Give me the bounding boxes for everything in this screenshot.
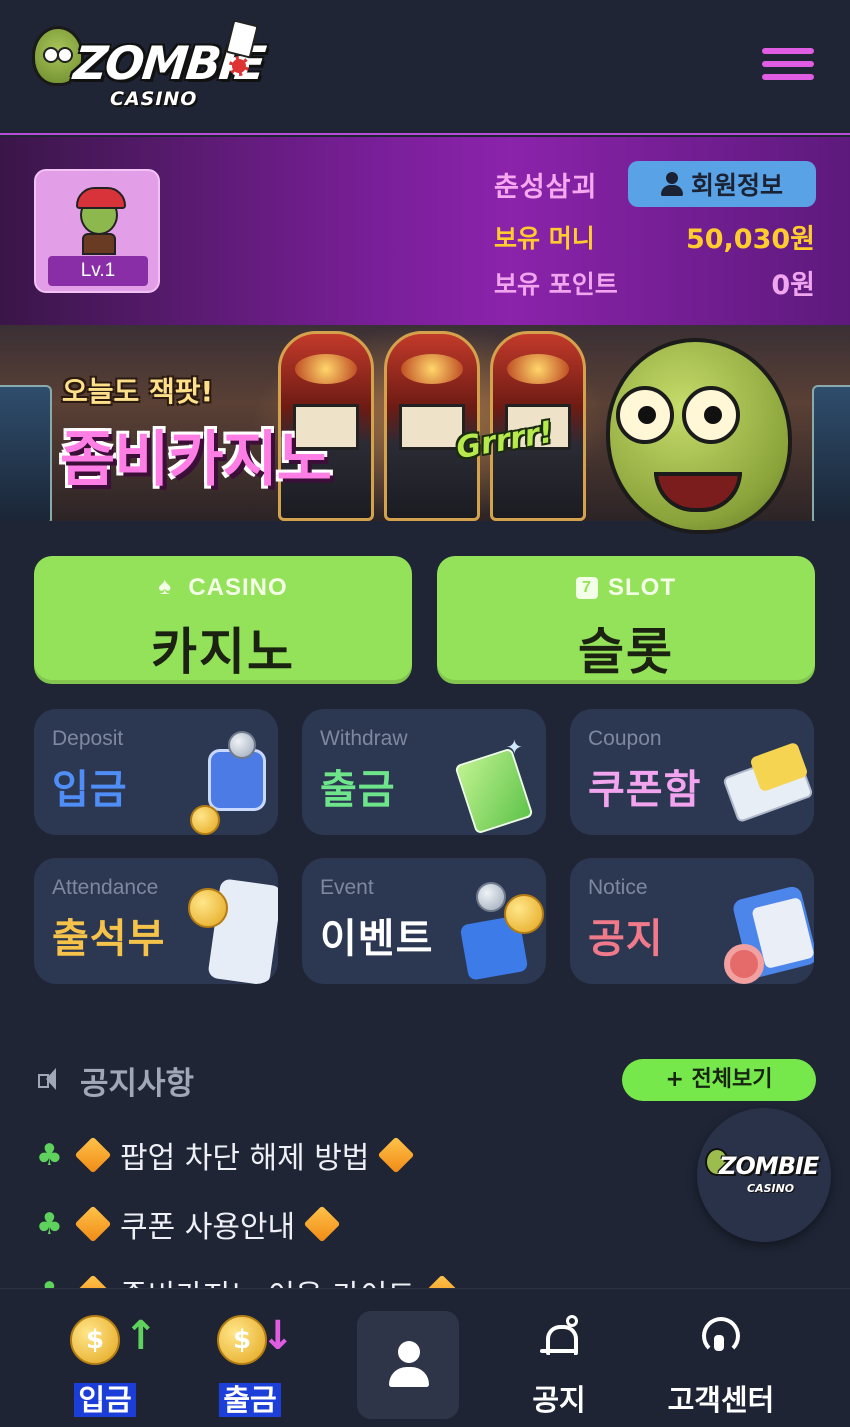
diamond-icon	[74, 1205, 112, 1243]
document-icon	[724, 858, 814, 984]
event-tile[interactable]: Event 이벤트	[302, 858, 546, 984]
slot-machine-image	[0, 385, 52, 521]
poker-chip-icon	[229, 56, 249, 76]
slot-button[interactable]: 7 SLOT 슬롯	[437, 556, 815, 684]
club-icon: ♣	[36, 1206, 63, 1242]
casino-button[interactable]: CASINO 카지노	[34, 556, 412, 684]
username: 춘성삼괴	[494, 172, 598, 203]
tile-ko-label: 입금	[52, 767, 128, 813]
tile-ko-label: 출금	[320, 767, 396, 813]
profile-panel: Lv.1 춘성삼괴 회원정보 보유 머니 50,030원 보유 포인트 0원	[0, 137, 850, 325]
casino-sub-label: CASINO	[188, 574, 288, 601]
deposit-coin-icon: $	[70, 1315, 120, 1365]
points-value: 0원	[771, 270, 815, 301]
nav-mypage[interactable]	[357, 1311, 459, 1419]
nav-support-label: 고객센터	[667, 1383, 775, 1417]
slot-seven-icon: 7	[576, 577, 598, 599]
tile-en-label: Coupon	[588, 727, 662, 750]
wallet-icon	[188, 709, 278, 835]
tile-en-label: Withdraw	[320, 727, 408, 750]
floating-logo-button[interactable]: ZOMBIE CASINO	[697, 1108, 831, 1242]
points-label: 보유 포인트	[494, 270, 618, 299]
notice-title: 공지사항	[80, 1066, 195, 1102]
zombie-avatar-icon	[76, 187, 126, 235]
zombie-mascot-image	[606, 338, 798, 548]
notice-item-text: 팝업 차단 해제 방법	[120, 1141, 370, 1176]
banner-main-text: 좀비카지노	[60, 425, 332, 495]
tile-ko-label: 공지	[588, 916, 664, 962]
avatar: Lv.1	[34, 169, 160, 293]
floating-logo-sub: CASINO	[747, 1182, 795, 1195]
hamburger-menu-icon[interactable]	[762, 48, 814, 88]
person-icon	[660, 172, 683, 196]
level-badge: Lv.1	[48, 256, 148, 286]
tile-en-label: Deposit	[52, 727, 124, 750]
speaker-icon	[38, 1068, 62, 1090]
tile-en-label: Event	[320, 876, 374, 899]
view-all-button[interactable]: + 전체보기	[622, 1059, 816, 1101]
floating-logo-word: ZOMBIE	[719, 1152, 819, 1180]
tile-en-label: Attendance	[52, 876, 159, 899]
spade-icon	[158, 573, 178, 601]
deposit-tile[interactable]: Deposit 입금	[34, 709, 278, 835]
nav-notice[interactable]: 공지	[500, 1289, 618, 1427]
gift-box-icon	[456, 858, 546, 984]
tile-en-label: Notice	[588, 876, 648, 899]
money-label: 보유 머니	[494, 224, 595, 253]
slot-machine-image	[384, 331, 480, 521]
coupon-tile[interactable]: Coupon 쿠폰함	[570, 709, 814, 835]
nav-withdraw-label: 출금	[219, 1383, 281, 1417]
bottom-nav: $ ↑ 입금 $ ↓ 출금 공지 고객센터	[0, 1288, 850, 1427]
casino-label: 카지노	[151, 623, 295, 681]
cash-stack-icon: ✦	[454, 709, 546, 835]
slot-machine-image	[812, 385, 850, 521]
notice-list-item[interactable]: ♣ 쿠폰 사용안내	[36, 1199, 349, 1249]
member-info-label: 회원정보	[690, 171, 783, 200]
nav-deposit-label: 입금	[74, 1383, 136, 1417]
diamond-icon	[303, 1205, 341, 1243]
slot-label: 슬롯	[578, 623, 674, 681]
member-info-button[interactable]: 회원정보	[628, 161, 816, 207]
diamond-icon	[378, 1136, 415, 1174]
header: ZOMBIE CASINO	[0, 0, 850, 135]
logo-sub: CASINO	[110, 88, 198, 110]
nav-notice-label: 공지	[532, 1383, 586, 1417]
zombie-casino-logo[interactable]: ZOMBIE CASINO	[32, 19, 267, 117]
notice-tile[interactable]: Notice 공지	[570, 858, 814, 984]
mypage-person-icon	[389, 1341, 429, 1391]
attendance-tile[interactable]: Attendance 출석부	[34, 858, 278, 984]
calendar-coin-icon	[188, 858, 278, 984]
nav-withdraw[interactable]: $ ↓ 출금	[185, 1289, 315, 1427]
nav-support[interactable]: 고객센터	[648, 1289, 794, 1427]
coupon-ticket-icon	[722, 709, 814, 835]
diamond-icon	[74, 1136, 112, 1174]
tile-ko-label: 쿠폰함	[588, 767, 702, 813]
club-icon: ♣	[36, 1137, 63, 1173]
withdraw-tile[interactable]: Withdraw 출금 ✦	[302, 709, 546, 835]
tile-ko-label: 출석부	[52, 916, 166, 962]
slot-sub-label: SLOT	[608, 574, 676, 601]
withdraw-coin-icon: $	[217, 1315, 267, 1365]
notice-item-text: 쿠폰 사용안내	[120, 1210, 296, 1245]
tile-ko-label: 이벤트	[320, 916, 434, 962]
money-value: 50,030원	[685, 224, 815, 255]
banner-top-text: 오늘도 잭팟!	[62, 375, 214, 408]
nav-deposit[interactable]: $ ↑ 입금	[40, 1289, 170, 1427]
notice-list-item[interactable]: ♣ 팝업 차단 해제 방법	[36, 1130, 423, 1180]
